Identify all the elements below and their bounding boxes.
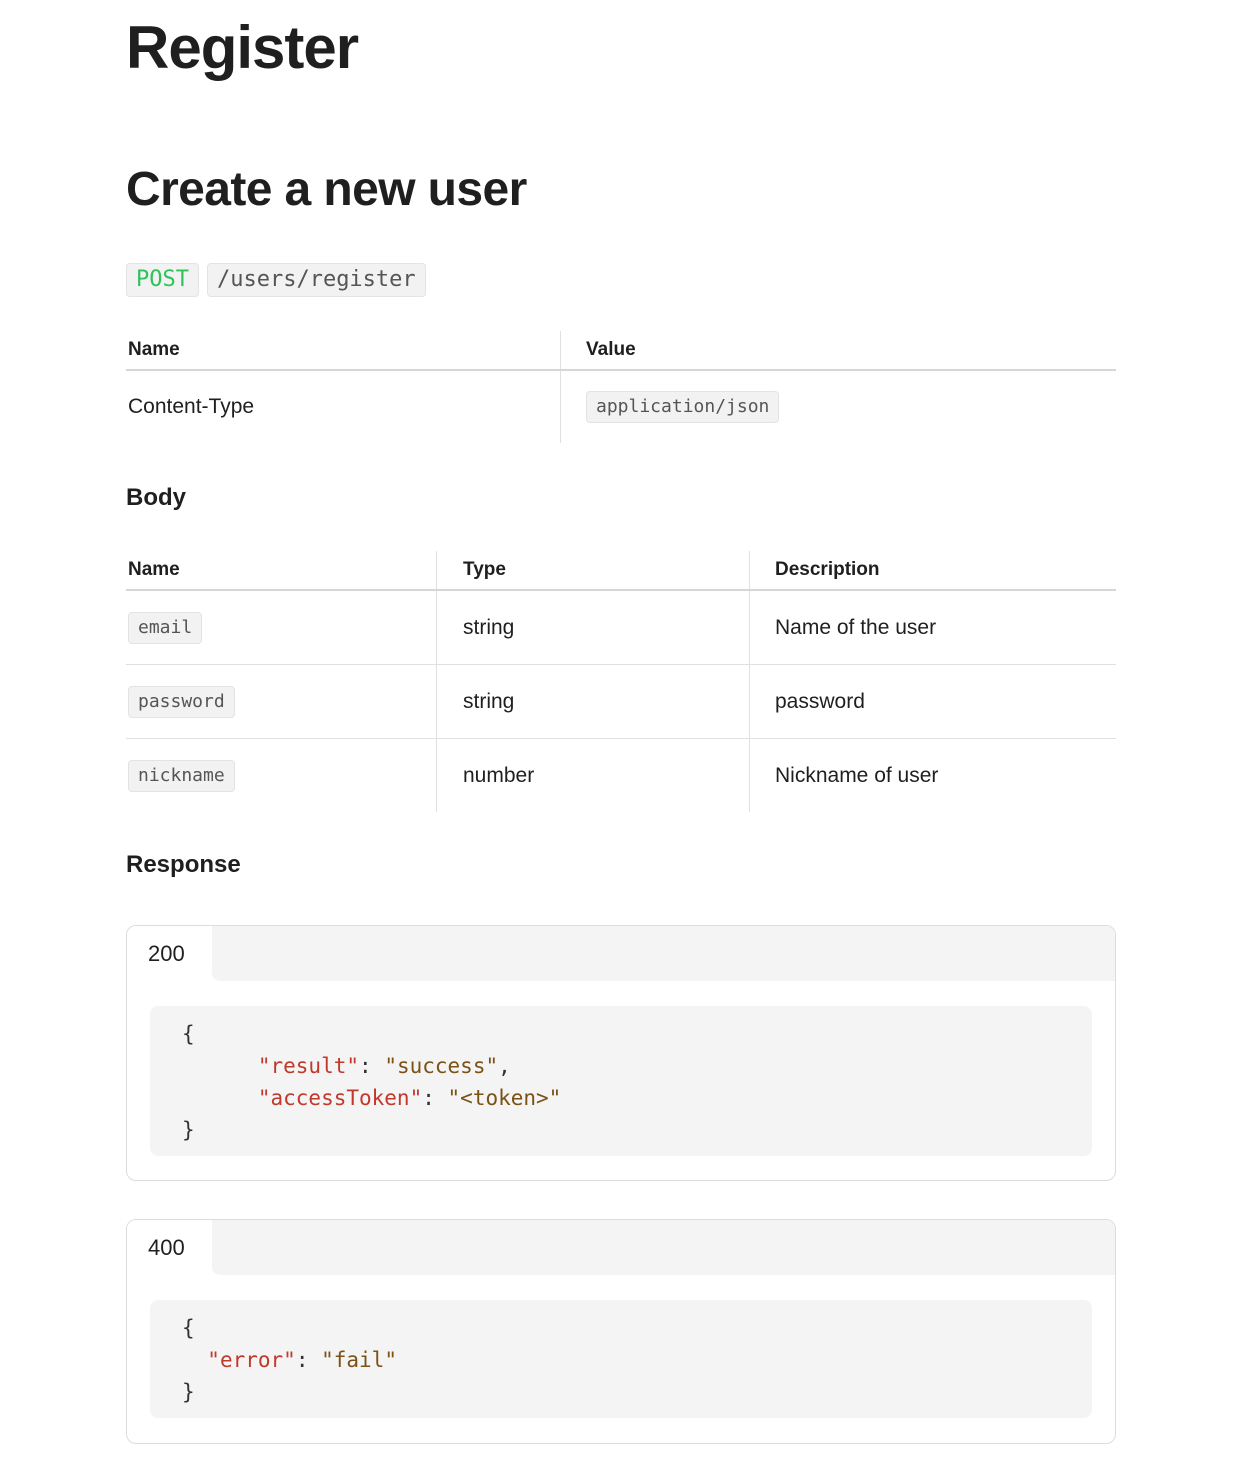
param-type-cell: string: [436, 590, 750, 665]
tab-bar-fill: [212, 926, 1115, 981]
response-tab-bar: 400: [127, 1220, 1115, 1275]
tab-status-200[interactable]: 200: [148, 926, 185, 981]
code-brace-close: }: [182, 1118, 195, 1142]
param-name-code: password: [128, 685, 235, 718]
header-value-code: application/json: [586, 391, 780, 423]
param-type-cell: number: [436, 738, 750, 812]
param-description-cell: Name of the user: [749, 590, 1116, 665]
endpoint: POST /users/register: [126, 263, 426, 297]
http-method-badge: POST: [126, 263, 199, 297]
code-brace-open: {: [182, 1316, 195, 1340]
body-params-table: Name Type Description email string Name …: [126, 551, 1116, 812]
response-heading: Response: [126, 851, 241, 878]
json-value: "<token>": [447, 1086, 562, 1110]
tab-bar-fill: [212, 1220, 1115, 1275]
param-description-cell: password: [749, 664, 1116, 739]
column-header-type: Type: [436, 551, 750, 591]
param-name-cell: email: [126, 590, 437, 665]
json-key: "accessToken": [257, 1086, 423, 1110]
table-row: password string password: [126, 664, 1116, 739]
param-name-code: email: [128, 611, 203, 644]
response-block-200: 200 { "result": "success", "accessToken"…: [126, 925, 1116, 1181]
column-header-description: Description: [749, 551, 1116, 591]
table-row: Content-Type application/json: [126, 370, 1116, 443]
body-heading: Body: [126, 484, 186, 511]
json-key: "result": [257, 1054, 360, 1078]
column-header-value: Value: [560, 331, 1116, 371]
headers-table: Name Value Content-Type application/json: [126, 331, 1116, 443]
endpoint-path: /users/register: [206, 263, 426, 297]
param-description-cell: Nickname of user: [749, 738, 1116, 812]
param-name-cell: password: [126, 664, 437, 739]
json-value: "fail": [321, 1348, 397, 1372]
column-header-name: Name: [126, 331, 561, 371]
header-value-cell: application/json: [560, 370, 1116, 443]
response-code-block: { "error": "fail" }: [150, 1300, 1092, 1418]
param-name-code: nickname: [128, 759, 235, 792]
json-value: "success": [384, 1054, 499, 1078]
param-type-cell: string: [436, 664, 750, 739]
code-brace-open: {: [182, 1022, 195, 1046]
page-title: Register: [126, 14, 359, 81]
table-row: email string Name of the user: [126, 590, 1116, 665]
section-title: Create a new user: [126, 163, 527, 216]
response-tab-bar: 200: [127, 926, 1115, 981]
param-name-cell: nickname: [126, 739, 437, 813]
headers-table-header-row: Name Value: [126, 331, 1116, 371]
response-code-block: { "result": "success", "accessToken": "<…: [150, 1006, 1092, 1156]
tab-status-400[interactable]: 400: [148, 1220, 185, 1275]
json-key: "error": [207, 1348, 296, 1372]
response-block-400: 400 { "error": "fail" }: [126, 1219, 1116, 1444]
column-header-name: Name: [126, 551, 437, 591]
body-table-header-row: Name Type Description: [126, 551, 1116, 591]
table-row: nickname number Nickname of user: [126, 738, 1116, 813]
api-doc-page: Register Create a new user POST /users/r…: [0, 0, 1239, 1477]
header-name-cell: Content-Type: [128, 395, 255, 418]
code-brace-close: }: [182, 1380, 195, 1404]
